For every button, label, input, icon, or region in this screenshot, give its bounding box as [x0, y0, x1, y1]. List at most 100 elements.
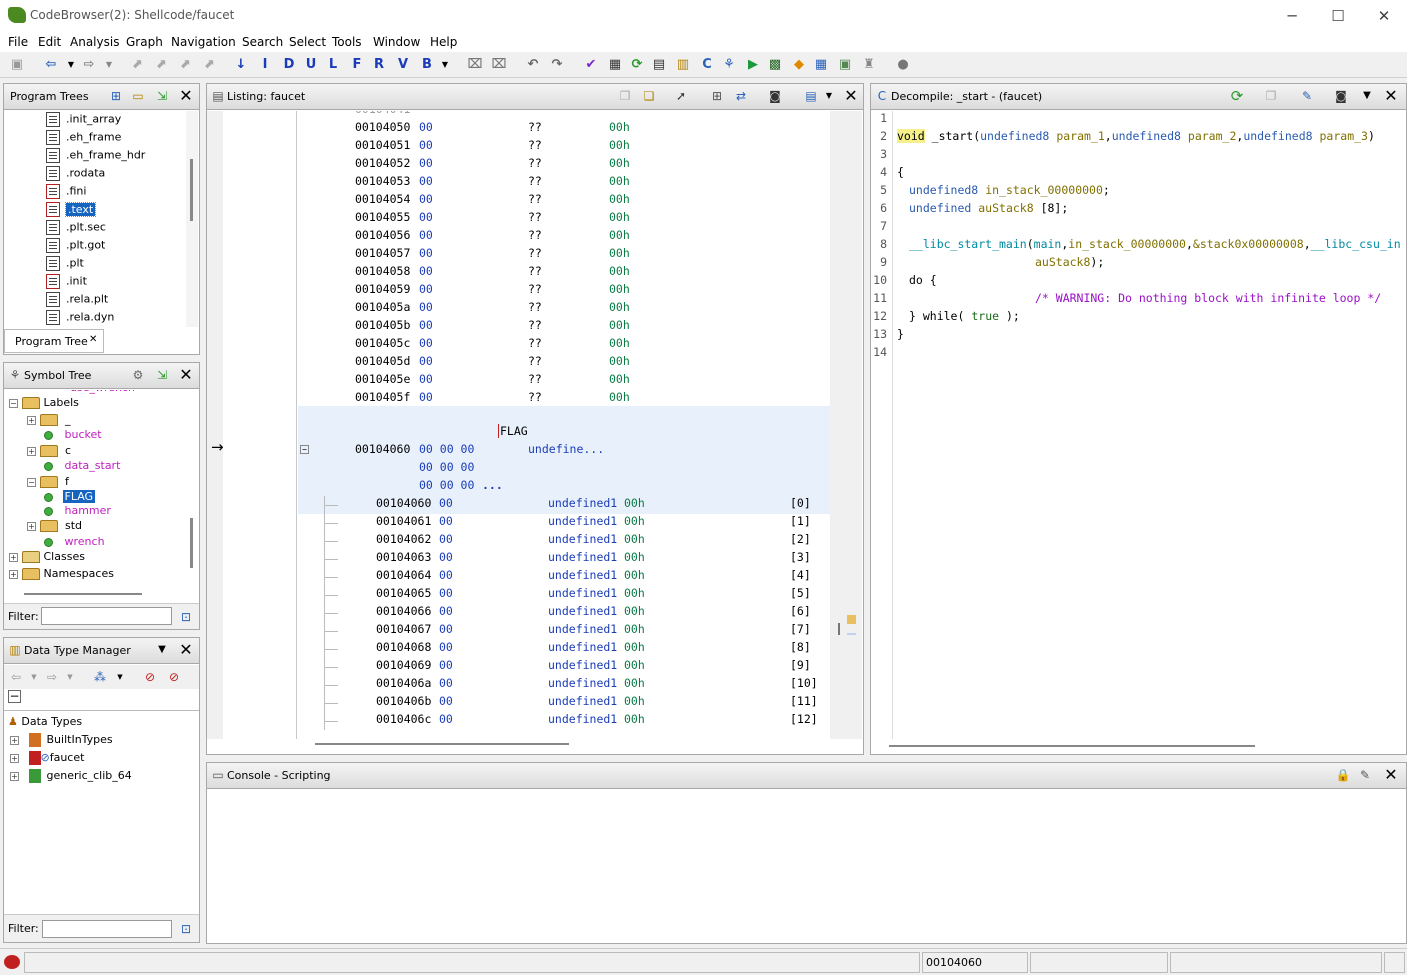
row-mnemonic[interactable]: ?? [528, 120, 542, 134]
element-address[interactable]: 00104061 [376, 514, 431, 528]
close-window-button[interactable]: ✕ [1361, 0, 1407, 32]
dtm-forward-icon[interactable]: ⇨ [44, 669, 60, 685]
tree-item-rela-plt[interactable]: .rela.plt [46, 292, 108, 310]
element-value[interactable]: 00h [624, 550, 645, 564]
menu-graph[interactable]: Graph [126, 35, 163, 49]
row-address[interactable]: 00104050 [355, 120, 410, 134]
element-type[interactable]: undefined1 [548, 550, 617, 564]
dt-generic-clib[interactable]: + generic_clib_64 [10, 769, 132, 787]
undo-icon[interactable]: ↶ [524, 56, 542, 74]
element-address[interactable]: 00104062 [376, 532, 431, 546]
row-operand[interactable]: 00h [609, 120, 630, 134]
element-address[interactable]: 00104069 [376, 658, 431, 672]
filter-options-icon[interactable]: ⊡ [178, 609, 194, 625]
table-icon[interactable]: ▦ [812, 56, 830, 74]
row-operand[interactable]: 00h [609, 210, 630, 224]
element-type[interactable]: undefined1 [548, 694, 617, 708]
expand-toggle-icon[interactable]: + [10, 735, 19, 745]
dtm-filter-options-icon[interactable]: ⊡ [178, 921, 194, 937]
element-address[interactable]: 00104068 [376, 640, 431, 654]
row-address[interactable]: 00104051 [355, 138, 410, 152]
decompile-hscroll[interactable] [889, 745, 1255, 747]
maximize-button[interactable]: ☐ [1315, 0, 1361, 32]
back-arrow-icon[interactable]: ⇦ [42, 56, 60, 74]
element-address[interactable]: 0010406b [376, 694, 431, 708]
cursor-select-icon[interactable]: ➚ [673, 88, 689, 104]
close-decompile-icon[interactable]: ✕ [1383, 88, 1399, 104]
dtm-menu-icon[interactable]: ▼ [154, 642, 170, 658]
menu-tools[interactable]: Tools [332, 35, 362, 49]
symbol-hscroll[interactable] [24, 593, 142, 595]
close-symbol-tree-icon[interactable]: ✕ [178, 367, 194, 383]
struct-element-row[interactable]: 00104060 00 undefined1 00h [0] [298, 496, 830, 514]
processor-icon[interactable]: ♜ [860, 56, 878, 74]
row-operand[interactable]: 00h [609, 246, 630, 260]
redo-icon[interactable]: ↷ [548, 56, 566, 74]
back-dropdown-icon[interactable]: ▼ [62, 56, 80, 74]
field-layout-icon[interactable]: ⊞ [709, 88, 725, 104]
element-type[interactable]: undefined1 [548, 604, 617, 618]
element-type[interactable]: undefined1 [548, 640, 617, 654]
row-address[interactable]: 00104052 [355, 156, 410, 170]
element-address[interactable]: 00104060 [376, 496, 431, 510]
collapse-toggle-icon[interactable]: − [27, 477, 36, 487]
listing-row-partial[interactable]: 00104041 [355, 111, 410, 120]
flag-label[interactable]: FLAG [498, 424, 528, 442]
nav-next-data-icon[interactable]: ⬈ [152, 56, 170, 74]
paste-icon[interactable]: ❏ [641, 88, 657, 104]
nav-undefined-button[interactable]: U [302, 56, 320, 74]
dec-line-12[interactable]: } while( true ); [909, 309, 1020, 327]
row-operand[interactable]: 00h [609, 354, 630, 368]
element-value[interactable]: 00h [624, 514, 645, 528]
row-mnemonic[interactable]: ?? [528, 138, 542, 152]
element-value[interactable]: 00h [624, 658, 645, 672]
close-listing-icon[interactable]: ✕ [843, 88, 859, 104]
row-mnemonic[interactable]: ?? [528, 192, 542, 206]
forward-arrow-icon[interactable]: ⇨ [80, 56, 98, 74]
row-mnemonic[interactable]: ?? [528, 156, 542, 170]
element-address[interactable]: 00104066 [376, 604, 431, 618]
menu-analysis[interactable]: Analysis [70, 35, 119, 49]
dec-line-5[interactable]: undefined8 in_stack_00000000; [909, 183, 1110, 201]
row-mnemonic[interactable]: ?? [528, 246, 542, 260]
row-mnemonic[interactable]: ?? [528, 390, 542, 404]
close-console-icon[interactable]: ✕ [1383, 767, 1399, 783]
tree-item-plt-sec[interactable]: .plt.sec [46, 220, 106, 238]
console-output[interactable] [207, 790, 1406, 943]
row-address[interactable]: 00104053 [355, 174, 410, 188]
element-address[interactable]: 00104063 [376, 550, 431, 564]
open-tree-icon[interactable]: ▭ [130, 88, 146, 104]
expand-toggle-icon[interactable]: + [9, 552, 18, 562]
row-address[interactable]: 0010405b [355, 318, 410, 332]
tree-item-eh-frame[interactable]: .eh_frame [46, 130, 121, 148]
menu-window[interactable]: Window [373, 35, 420, 49]
dt-faucet[interactable]: + ⊘faucet [10, 751, 84, 769]
diff-icon[interactable]: ⇄ [733, 88, 749, 104]
row-mnemonic[interactable]: ?? [528, 174, 542, 188]
row-mnemonic[interactable]: ?? [528, 264, 542, 278]
tree-item-eh-frame-hdr[interactable]: .eh_frame_hdr [46, 148, 145, 166]
row-operand[interactable]: 00h [609, 264, 630, 278]
dtm-filter-input[interactable] [42, 920, 172, 938]
datatype-icon[interactable]: ▥ [674, 56, 692, 74]
tree-item-plt-got[interactable]: .plt.got [46, 238, 105, 256]
element-value[interactable]: 00h [624, 622, 645, 636]
script-manager-icon[interactable]: ▩ [766, 56, 784, 74]
row-address[interactable]: 00104056 [355, 228, 410, 242]
row-operand[interactable]: 00h [609, 390, 630, 404]
nav-value-button[interactable]: V [394, 56, 412, 74]
row-address[interactable]: 00104057 [355, 246, 410, 260]
snapshot-icon[interactable]: ◙ [767, 88, 783, 104]
row-address[interactable]: 00104055 [355, 210, 410, 224]
listing-hscroll[interactable] [315, 743, 569, 745]
row-mnemonic[interactable]: ?? [528, 318, 542, 332]
tree-item-init-array[interactable]: .init_array [46, 112, 121, 130]
row-operand[interactable]: 00h [609, 318, 630, 332]
dec-line-10[interactable]: do { [909, 273, 937, 291]
symbol-settings-icon[interactable]: ⚙ [130, 367, 146, 383]
tree-item-fini[interactable]: .fini [46, 184, 86, 202]
row-mnemonic[interactable]: ?? [528, 300, 542, 314]
dec-line-2[interactable]: void _start(undefined8 param_1,undefined… [897, 129, 1375, 147]
scroll-lock-icon[interactable]: 🔒 [1335, 767, 1351, 783]
row-mnemonic[interactable]: ?? [528, 354, 542, 368]
